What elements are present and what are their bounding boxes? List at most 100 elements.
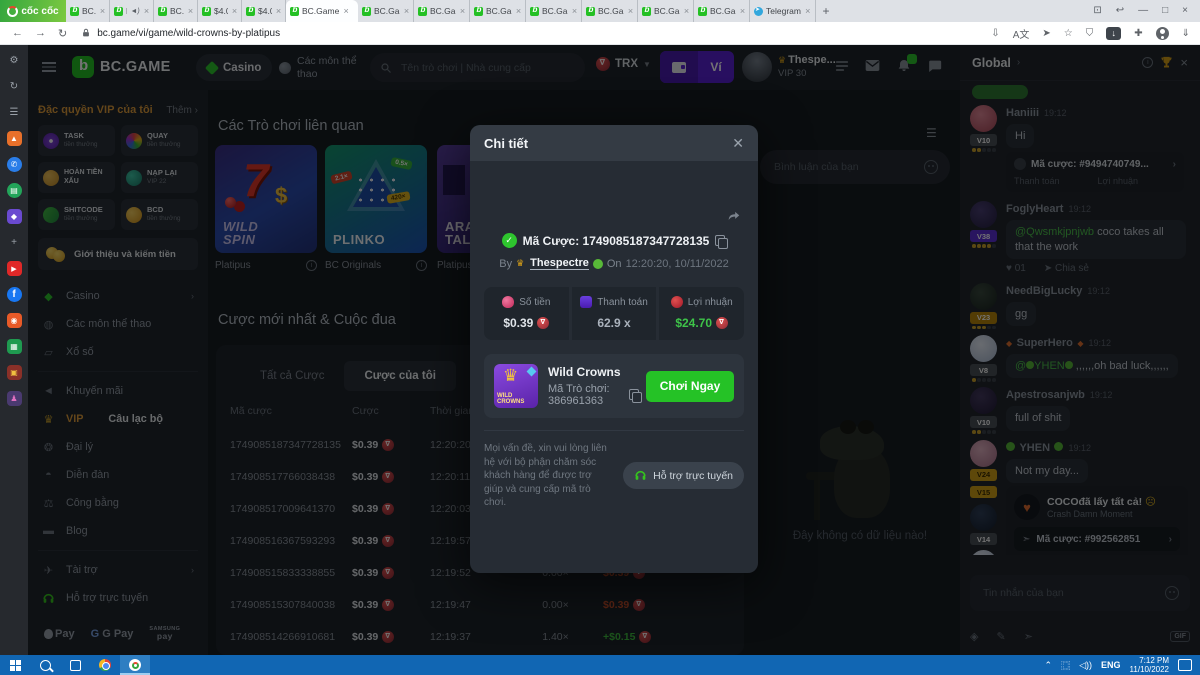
tab-close-icon[interactable] — [188, 6, 193, 16]
tab-audio-icon[interactable] — [130, 8, 139, 15]
tab-close-icon[interactable] — [740, 6, 745, 16]
reload-icon[interactable]: ↻ — [58, 27, 67, 40]
taskbar-search-icon[interactable] — [30, 655, 60, 675]
tab-close-icon[interactable] — [404, 6, 409, 16]
settings-gear-icon[interactable]: ⚙ — [7, 53, 22, 68]
facebook-icon[interactable]: f — [7, 287, 22, 302]
bet-id: Mã Cược: 1749085187347728135 — [523, 234, 710, 248]
address-bar: ← → ↻ bc.game/vi/game/wild-crowns-by-pla… — [0, 22, 1200, 45]
language-indicator[interactable]: ENG — [1101, 660, 1121, 670]
pixel-app-icon[interactable]: ♟ — [7, 391, 22, 406]
browser-tab[interactable]: BC.Game — [414, 0, 470, 22]
browser-tab-active[interactable]: BC.Game — [286, 0, 358, 22]
live-support-button[interactable]: Hỗ trợ trực tuyến — [623, 462, 744, 489]
verified-check-icon: ✓ — [502, 233, 517, 248]
wild-crowns-thumbnail[interactable]: ♛ WILD CROWNS — [494, 364, 538, 408]
minimize-button[interactable]: — — [1138, 6, 1148, 16]
coccoc-logo[interactable]: cốc cốc — [0, 0, 66, 22]
play-now-button[interactable]: Chơi Ngay — [646, 371, 734, 402]
game-id: Mã Trò chơi: 386961363 — [548, 383, 623, 407]
history-icon[interactable]: ↻ — [7, 79, 22, 94]
tab-close-icon[interactable] — [232, 6, 237, 16]
game-row: ♛ WILD CROWNS Wild Crowns Mã Trò chơi: 3… — [484, 354, 744, 418]
forward-icon[interactable]: → — [35, 27, 46, 39]
translate-icon[interactable]: A文 — [1013, 26, 1030, 41]
save-page-icon[interactable]: ⇩ — [991, 28, 999, 39]
browser-tab[interactable]: $4.000 T — [198, 0, 242, 22]
games-icon[interactable]: ◆ — [7, 209, 22, 224]
browser-tab-telegram[interactable]: Telegram — [750, 0, 816, 22]
browser-tab[interactable]: BC.G — [110, 0, 154, 22]
extensions-puzzle-icon[interactable]: ✚ — [1134, 28, 1142, 39]
browser-tab[interactable]: $4.000 T — [242, 0, 286, 22]
browser-tab[interactable]: BC.Game — [470, 0, 526, 22]
copy-icon[interactable] — [629, 389, 636, 401]
url-box[interactable]: bc.game/vi/game/wild-crowns-by-platipus — [81, 25, 991, 42]
bet-stats: Số tiền $0.39 Thanh toán 62.9 x Lợi nhuậ… — [484, 287, 744, 340]
tab-close-icon[interactable] — [628, 6, 633, 16]
bookmark-star-icon[interactable]: ☆ — [1064, 28, 1073, 39]
tab-close-icon[interactable] — [684, 6, 689, 16]
browser-tab[interactable]: BC.Game — [638, 0, 694, 22]
action-center-icon[interactable] — [1178, 659, 1192, 671]
headset-icon — [634, 469, 647, 482]
game-rom-icon[interactable]: ▣ — [7, 365, 22, 380]
coccoc-taskbar-icon[interactable] — [120, 655, 150, 675]
add-shortcut-icon[interactable]: + — [7, 235, 22, 250]
new-tab-button[interactable] — [816, 0, 836, 22]
youtube-icon[interactable]: ▶ — [7, 261, 22, 276]
browser-profile-avatar[interactable] — [1156, 27, 1169, 40]
chrome-taskbar-icon[interactable] — [90, 655, 120, 675]
bcgame-favicon — [158, 7, 167, 16]
modal-close-icon[interactable]: ✕ — [732, 135, 744, 152]
hot-trends-icon[interactable]: ▲ — [7, 131, 22, 146]
tray-expand-icon[interactable]: ⌃ — [1045, 660, 1053, 671]
browser-tab[interactable]: BC.Game — [154, 0, 198, 22]
download-manager-icon[interactable]: ↓ — [1106, 27, 1121, 40]
back-icon[interactable]: ← — [12, 27, 23, 39]
tab-close-icon[interactable] — [343, 6, 348, 16]
reading-list-icon[interactable]: ☰ — [7, 105, 22, 120]
tab-close-icon[interactable] — [516, 6, 521, 16]
tab-close-icon[interactable] — [460, 6, 465, 16]
volume-icon[interactable]: ◁)) — [1079, 660, 1092, 671]
tab-close-icon[interactable] — [276, 6, 281, 16]
downloads-icon[interactable]: ⇓ — [1182, 28, 1190, 39]
browser-shortcut-icon[interactable]: ↩ — [1116, 6, 1124, 16]
tab-close-icon[interactable] — [144, 6, 149, 16]
tab-close-icon[interactable] — [572, 6, 577, 16]
chart-app-icon[interactable]: ▤ — [7, 183, 22, 198]
tab-search-icon[interactable]: ⊡ — [1093, 6, 1101, 16]
bcgame-favicon — [246, 7, 255, 16]
share-icon[interactable]: ➤ — [1042, 28, 1050, 39]
close-button[interactable]: × — [1182, 6, 1188, 16]
browser-tab[interactable]: BC.Game — [582, 0, 638, 22]
adblock-shield-icon[interactable]: ⛉ — [1086, 28, 1094, 39]
messenger-icon[interactable]: ✆ — [7, 157, 22, 172]
taskbar-clock[interactable]: 7:12 PM 11/10/2022 — [1130, 656, 1169, 674]
maximize-button[interactable]: □ — [1162, 6, 1168, 16]
tab-close-icon[interactable] — [100, 6, 105, 16]
sheets-icon[interactable]: ▦ — [7, 339, 22, 354]
browser-tab[interactable]: BC.Game — [694, 0, 750, 22]
task-view-icon[interactable] — [60, 655, 90, 675]
bcgame-favicon — [362, 7, 371, 16]
url-text: bc.game/vi/game/wild-crowns-by-platipus — [97, 28, 280, 39]
bcgame-favicon — [474, 7, 483, 16]
coccoc-logo-icon — [7, 6, 18, 17]
copy-icon[interactable] — [715, 235, 726, 247]
share-bet-icon[interactable] — [726, 209, 742, 223]
address-bar-icons: ⇩ A文 ➤ ☆ ⛉ ↓ ✚ ⇓ — [991, 26, 1190, 41]
page-viewport: BC.GAME Casino Các môn thể thao TRX ▼ — [28, 45, 1200, 655]
browser-tab[interactable]: BC.Game — [66, 0, 110, 22]
tab-close-icon[interactable] — [805, 6, 810, 16]
window-controls: ⊡ ↩ — □ × — [1081, 0, 1200, 22]
reddit-icon[interactable]: ◉ — [7, 313, 22, 328]
network-icon[interactable]: ⿴ — [1061, 659, 1070, 672]
browser-tab[interactable]: BC.Game — [526, 0, 582, 22]
start-button[interactable] — [0, 655, 30, 675]
player-name[interactable]: Thespectre — [530, 257, 589, 270]
bcgame-favicon — [418, 7, 427, 16]
browser-tab[interactable]: BC.Game — [358, 0, 414, 22]
profit-icon — [671, 296, 683, 308]
